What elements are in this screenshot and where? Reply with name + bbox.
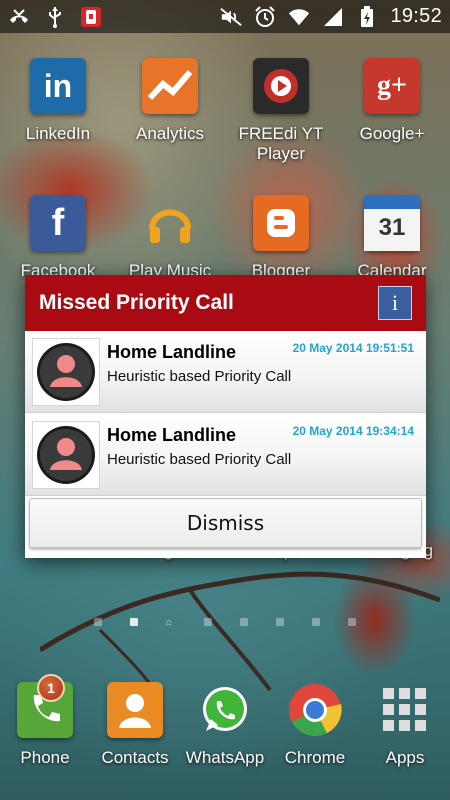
status-clock: 19:52 bbox=[390, 5, 442, 27]
priority-call-app-icon bbox=[80, 6, 102, 28]
dialog-header: Missed Priority Call i bbox=[25, 275, 426, 331]
app-blogger[interactable]: Blogger bbox=[231, 195, 331, 281]
dock-apps[interactable]: Apps bbox=[355, 682, 450, 768]
dialog-title: Missed Priority Call bbox=[39, 291, 234, 314]
dock-whatsapp[interactable]: WhatsApp bbox=[175, 682, 275, 768]
battery-charging-icon bbox=[356, 5, 378, 28]
page-dot[interactable] bbox=[312, 618, 320, 626]
app-label: Phone bbox=[20, 748, 70, 767]
app-label: Apps bbox=[385, 748, 425, 767]
contact-avatar-icon bbox=[32, 338, 100, 406]
mute-icon bbox=[220, 6, 243, 28]
google-plus-icon: g+ bbox=[364, 58, 420, 114]
page-dot[interactable] bbox=[240, 618, 248, 626]
app-label: Analytics bbox=[135, 124, 205, 143]
app-google-plus[interactable]: g+ Google+ bbox=[342, 58, 442, 144]
missed-call-icon bbox=[8, 6, 30, 28]
app-label: Chrome bbox=[284, 748, 346, 767]
missed-call-badge: 1 bbox=[37, 674, 65, 702]
youtube-player-icon bbox=[253, 58, 309, 114]
app-label: LinkedIn bbox=[25, 124, 91, 143]
facebook-icon: f bbox=[30, 195, 86, 251]
branch-decoration bbox=[40, 571, 440, 700]
dock-chrome[interactable]: Chrome bbox=[265, 682, 365, 768]
calendar-day-number: 31 bbox=[378, 214, 406, 241]
app-play-music[interactable]: Play Music bbox=[120, 195, 220, 281]
caller-name: Home Landline bbox=[107, 425, 237, 445]
alarm-icon bbox=[254, 5, 276, 28]
page-indicator: ⌂ bbox=[0, 618, 450, 628]
call-list-item[interactable]: Home Landline Heuristic based Priority C… bbox=[25, 414, 426, 496]
usb-icon bbox=[44, 6, 66, 28]
app-label: Google+ bbox=[359, 124, 425, 143]
page-dot[interactable] bbox=[204, 618, 212, 626]
apps-grid-icon bbox=[377, 682, 433, 738]
dock-phone[interactable]: 1 Phone bbox=[0, 674, 95, 768]
dismiss-button[interactable]: Dismiss bbox=[29, 498, 422, 548]
call-timestamp: 20 May 2014 19:51:51 bbox=[292, 341, 414, 355]
blogger-icon bbox=[253, 195, 309, 251]
call-subtitle: Heuristic based Priority Call bbox=[107, 451, 292, 468]
analytics-icon bbox=[142, 58, 198, 114]
headphones-icon bbox=[142, 195, 198, 251]
app-label: WhatsApp bbox=[185, 748, 265, 767]
app-label: Contacts bbox=[101, 748, 169, 767]
whatsapp-icon bbox=[197, 682, 253, 738]
call-timestamp: 20 May 2014 19:34:14 bbox=[292, 424, 414, 438]
home-page-icon[interactable]: ⌂ bbox=[166, 618, 176, 628]
dock-contacts[interactable]: Contacts bbox=[85, 682, 185, 768]
linkedin-icon: in bbox=[30, 58, 86, 114]
calendar-icon: 31 bbox=[364, 195, 420, 251]
phone-icon: 1 bbox=[17, 674, 73, 738]
page-dot[interactable] bbox=[94, 618, 102, 626]
call-subtitle: Heuristic based Priority Call bbox=[107, 368, 292, 385]
app-linkedin[interactable]: in LinkedIn bbox=[8, 58, 108, 144]
contact-avatar-icon bbox=[32, 421, 100, 489]
app-facebook[interactable]: f Facebook bbox=[8, 195, 108, 281]
wifi-icon bbox=[288, 6, 310, 28]
contacts-icon bbox=[107, 682, 163, 738]
info-icon[interactable]: i bbox=[378, 286, 412, 320]
page-dot[interactable] bbox=[348, 618, 356, 626]
chrome-icon bbox=[287, 682, 343, 738]
signal-icon bbox=[322, 6, 344, 28]
page-dot[interactable] bbox=[276, 618, 284, 626]
caller-name: Home Landline bbox=[107, 342, 237, 362]
app-calendar[interactable]: 31 Calendar bbox=[342, 195, 442, 281]
page-dot-active[interactable] bbox=[130, 618, 138, 626]
call-list-item[interactable]: Home Landline Heuristic based Priority C… bbox=[25, 331, 426, 413]
app-freedi-yt-player[interactable]: FREEdi YT Player bbox=[231, 58, 331, 164]
app-label: FREEdi YT Player bbox=[238, 124, 324, 163]
app-analytics[interactable]: Analytics bbox=[120, 58, 220, 144]
status-bar: 19:52 bbox=[0, 0, 450, 33]
missed-priority-call-dialog: Missed Priority Call i Home Landline Heu… bbox=[25, 275, 426, 558]
